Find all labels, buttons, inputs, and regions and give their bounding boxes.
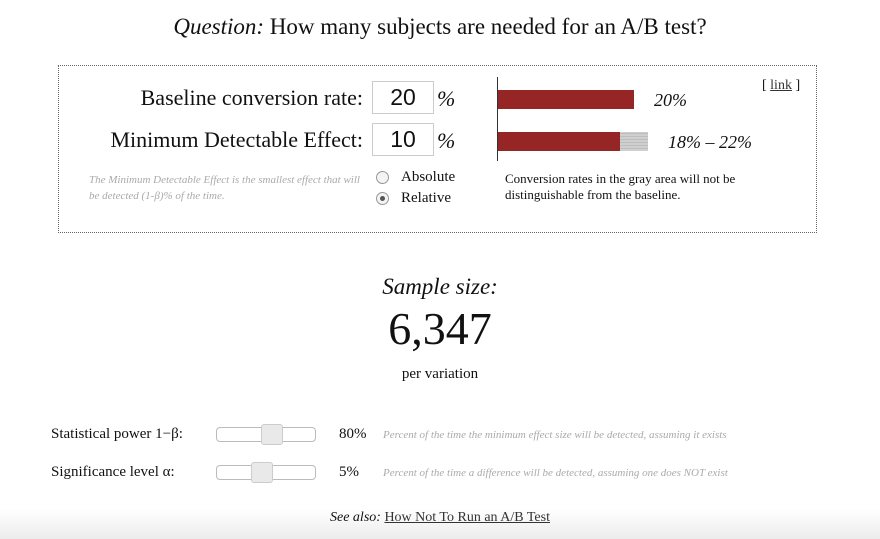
power-value: 80% bbox=[339, 426, 367, 442]
radio-absolute-label: Absolute bbox=[401, 169, 456, 185]
sample-size-unit: per variation bbox=[401, 366, 479, 382]
baseline-bar bbox=[498, 90, 634, 109]
range-bar-label: 18% – 22% bbox=[668, 132, 752, 152]
significance-slider[interactable] bbox=[216, 462, 316, 483]
see-also-label: See also: bbox=[330, 510, 381, 525]
range-low-bar bbox=[498, 132, 621, 151]
power-description: Percent of the time the minimum effect s… bbox=[383, 429, 727, 441]
significance-description: Percent of the time a difference will be… bbox=[383, 467, 728, 479]
power-slider-thumb[interactable] bbox=[261, 424, 283, 445]
mde-note: The Minimum Detectable Effect is the sma… bbox=[89, 174, 360, 202]
significance-value: 5% bbox=[339, 464, 359, 480]
mde-label: Minimum Detectable Effect: bbox=[110, 127, 363, 152]
power-label: Statistical power 1−β: bbox=[51, 426, 183, 442]
see-also-link[interactable]: How Not To Run an A/B Test bbox=[384, 510, 550, 525]
baseline-input[interactable] bbox=[372, 81, 434, 114]
significance-label: Significance level α: bbox=[51, 464, 175, 480]
sample-size-label: Sample size: bbox=[382, 274, 498, 299]
radio-relative-button[interactable] bbox=[376, 192, 389, 205]
sample-size-value: 6,347 bbox=[388, 303, 492, 354]
title-prefix: Question: bbox=[173, 14, 265, 39]
radio-absolute[interactable]: Absolute bbox=[376, 169, 455, 186]
gray-area-note: Conversion rates in the gray area will n… bbox=[505, 171, 736, 202]
mde-input[interactable] bbox=[372, 123, 434, 156]
radio-relative[interactable]: Relative bbox=[376, 190, 451, 207]
indistinguishable-gray-area bbox=[620, 132, 648, 151]
mde-percent-sign: % bbox=[437, 128, 456, 153]
link-bracket: [ link ] bbox=[762, 78, 801, 93]
title-text: How many subjects are needed for an A/B … bbox=[264, 14, 707, 39]
baseline-percent-sign: % bbox=[437, 86, 456, 111]
see-also: See also: How Not To Run an A/B Test bbox=[0, 510, 880, 526]
baseline-label: Baseline conversion rate: bbox=[140, 85, 363, 110]
permalink-link[interactable]: link bbox=[770, 78, 792, 93]
radio-absolute-button[interactable] bbox=[376, 171, 389, 184]
radio-relative-label: Relative bbox=[401, 190, 451, 206]
baseline-bar-label: 20% bbox=[654, 90, 687, 110]
power-slider[interactable] bbox=[216, 424, 316, 445]
page-title: Question: How many subjects are needed f… bbox=[0, 14, 880, 40]
calculator-panel: Baseline conversion rate: % Minimum Dete… bbox=[58, 65, 817, 233]
significance-slider-thumb[interactable] bbox=[251, 462, 273, 483]
